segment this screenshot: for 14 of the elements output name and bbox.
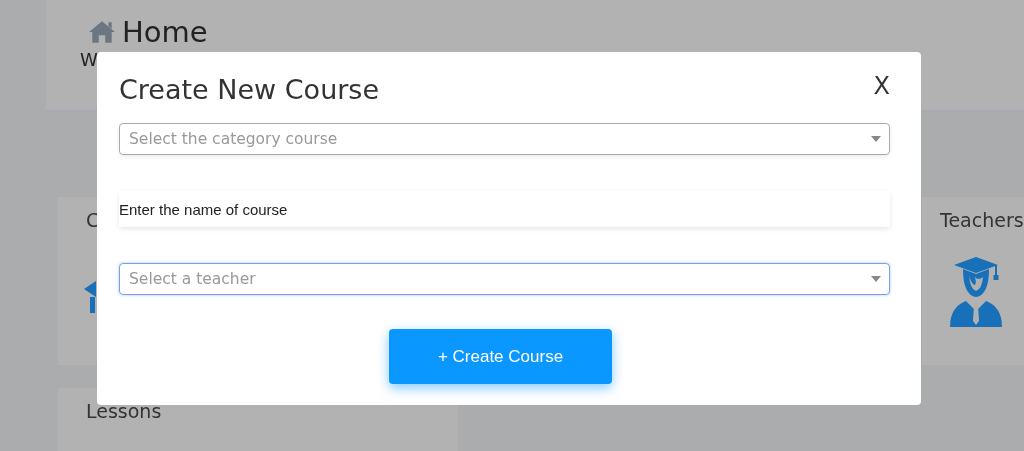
- welcome-text: W: [80, 50, 98, 70]
- close-button[interactable]: X: [873, 72, 890, 100]
- page-title: Home: [122, 14, 208, 50]
- teacher-icon: [948, 255, 1004, 327]
- select-field[interactable]: Select a teacher: [119, 263, 890, 295]
- caret-icon: [871, 136, 881, 142]
- select-field[interactable]: Select the category course: [119, 123, 890, 155]
- card-title: Lessons: [86, 400, 162, 422]
- dialog-title: Create New Course: [119, 73, 380, 107]
- create-course-button[interactable]: + Create Course: [389, 329, 612, 384]
- input-field[interactable]: Enter the name of course: [119, 191, 890, 227]
- caret-icon: [871, 276, 881, 282]
- home-icon: [88, 20, 116, 44]
- card-title: Teachers: [940, 209, 1024, 231]
